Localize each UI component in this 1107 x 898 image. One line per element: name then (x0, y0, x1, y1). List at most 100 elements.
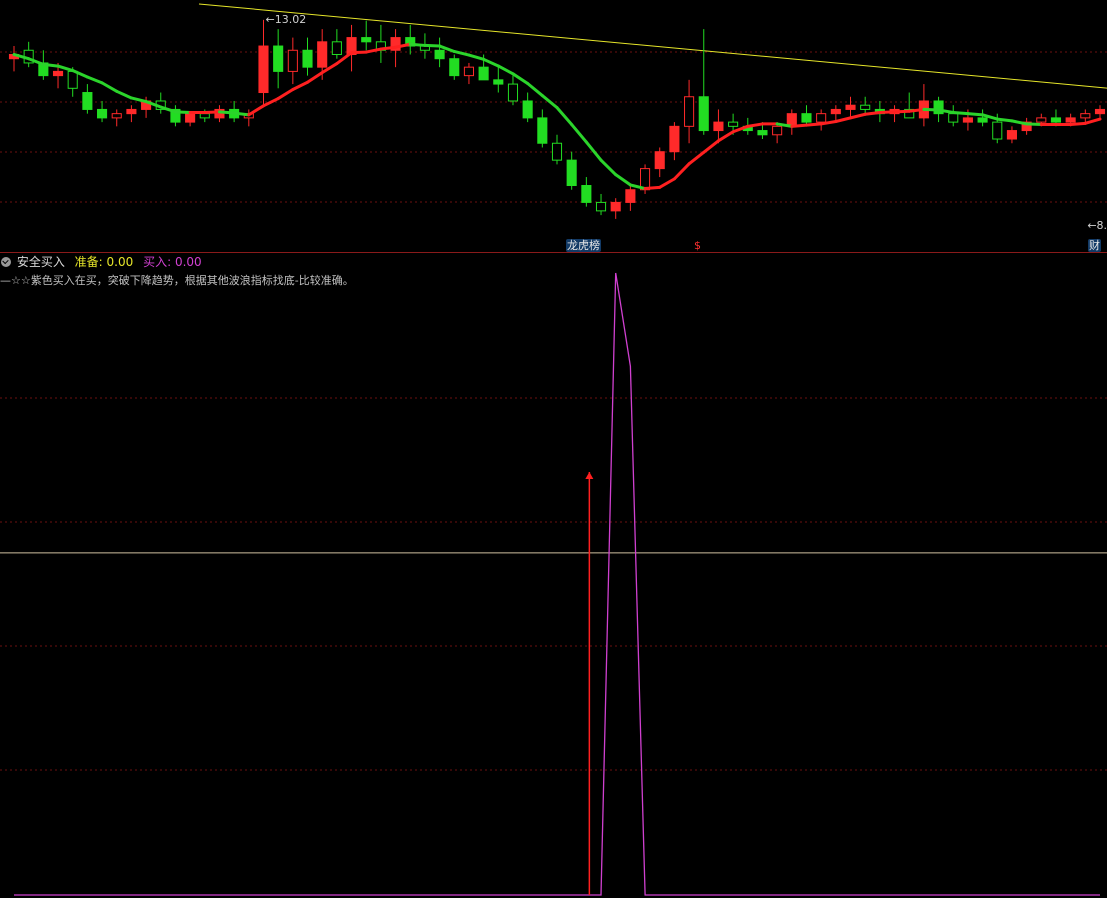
candle-body (317, 41, 328, 68)
candle-body (449, 58, 460, 77)
candle-body (97, 108, 108, 119)
ma-segment (687, 150, 706, 166)
indicator-toggle-icon[interactable] (1, 257, 11, 267)
candle-body (654, 151, 665, 170)
indicator-description: —☆☆紫色买入在买，突破下降趋势，根据其他波浪指标找底-比较准确。 (0, 274, 354, 287)
ma-segment (790, 123, 808, 128)
ma-segment (716, 130, 735, 143)
ma-segment (56, 64, 75, 73)
candle-body (757, 130, 768, 136)
candle-body (52, 70, 64, 77)
candle-body (1006, 130, 1017, 140)
buy-arrow-icon (585, 472, 594, 480)
ma-segment (173, 110, 192, 114)
ma-segment (907, 107, 926, 113)
candle-body (111, 113, 122, 119)
candle-body (669, 125, 680, 153)
candle-body (199, 113, 210, 119)
ma-segment (849, 112, 867, 120)
candle-body (1036, 117, 1047, 123)
ma-segment (379, 45, 398, 51)
candle-body (82, 92, 93, 110)
ma-segment (482, 57, 500, 68)
candle-body (772, 125, 783, 136)
ma-segment (467, 53, 486, 61)
candle-body (610, 201, 621, 212)
candle-body (361, 37, 372, 43)
ma-segment (41, 62, 60, 68)
candle-body (977, 117, 988, 123)
dollar-icon[interactable]: $ (693, 239, 702, 252)
candle-body (537, 117, 548, 144)
ma-segment (672, 162, 691, 181)
candle-body (816, 113, 827, 123)
ma-segment (966, 112, 985, 117)
ma-segment (232, 111, 251, 117)
ma-segment (350, 50, 368, 55)
ma-segment (423, 43, 442, 48)
ma-segment (995, 117, 1014, 123)
ma-segment (1069, 121, 1087, 127)
candle-body (845, 104, 856, 110)
ma-segment (1025, 122, 1043, 127)
candle-body (581, 185, 592, 203)
candle-body (1050, 117, 1062, 123)
ma-segment (217, 110, 236, 115)
ma-segment (584, 140, 603, 162)
prep-value: 0.00 (106, 255, 134, 269)
candle-body (273, 45, 284, 72)
candle-body (962, 117, 973, 123)
low-price-label: ←8.31 (1087, 219, 1107, 232)
ma-segment (599, 158, 618, 177)
ma-segment (555, 106, 574, 127)
indicator-header: 安全买入 准备: 0.00 买入: 0.00 (0, 254, 208, 270)
candle-body (830, 108, 841, 115)
candle-body (698, 96, 709, 132)
buy-value: 0.00 (174, 255, 202, 269)
candle-body (1080, 113, 1091, 119)
candle-body (551, 142, 563, 161)
ma-segment (863, 110, 882, 116)
candle-body (185, 113, 196, 123)
candle-body (1094, 108, 1106, 115)
candle-body (302, 49, 313, 68)
candle-body (625, 189, 636, 203)
ma-segment (878, 110, 897, 114)
candle-body (493, 79, 504, 85)
ma-segment (1083, 117, 1102, 125)
candle-body (948, 113, 959, 123)
board-list-badge[interactable]: 龙虎榜 (566, 239, 601, 252)
candle-body (1065, 117, 1076, 123)
ma-segment (276, 88, 295, 101)
signal-line (14, 272, 1100, 896)
candlestick-chart: ←13.02 ←8.31 (0, 3, 1107, 232)
candle-body (801, 113, 812, 123)
ma-segment (643, 185, 662, 191)
ma-segment (85, 75, 104, 85)
candle-body (126, 108, 137, 115)
ma-segment (614, 173, 632, 187)
ma-segment (540, 94, 559, 110)
candle-body (67, 70, 78, 89)
ma-segment (306, 71, 324, 84)
ma-segment (893, 109, 911, 114)
candle-body (728, 121, 739, 127)
ma-segment (804, 122, 823, 127)
candle-body (287, 49, 298, 72)
candle-body (713, 121, 724, 132)
ma-segment (496, 64, 515, 76)
ma-segment (834, 116, 853, 124)
ma-segment (702, 139, 720, 154)
indicator-chart (0, 272, 1107, 896)
buy-label: 买入: (143, 255, 172, 269)
ma-segment (203, 110, 221, 114)
finance-badge[interactable]: 财 (1088, 239, 1101, 252)
ma-segment (408, 42, 427, 47)
candle-body (522, 100, 533, 119)
ma-segment (247, 104, 265, 117)
indicator-name[interactable]: 安全买入 (17, 255, 65, 269)
ma-segment (526, 81, 544, 98)
candle-body (595, 201, 607, 212)
ma-segment (129, 96, 148, 104)
high-price-label: ←13.02 (265, 13, 306, 26)
